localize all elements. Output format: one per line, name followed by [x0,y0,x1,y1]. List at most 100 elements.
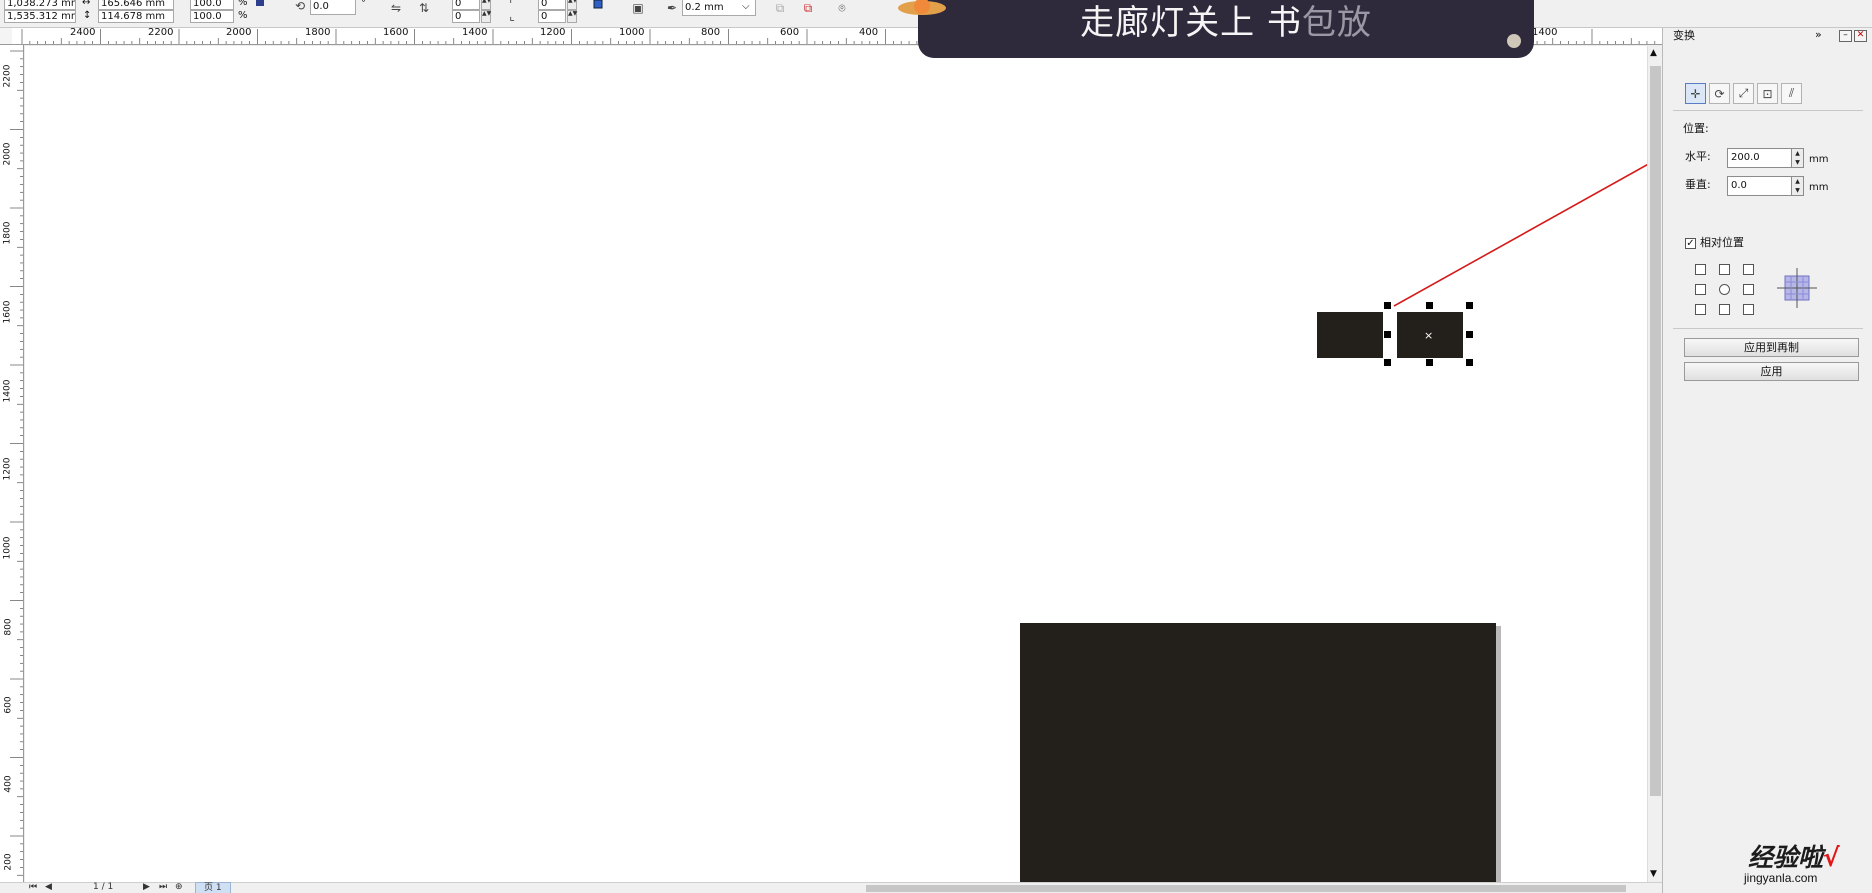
anchor-bottom-center[interactable] [1719,304,1730,315]
watermark-logo: 经验啦√ jingyanla.com [1742,838,1866,890]
scroll-up-icon[interactable]: ▲ [1650,48,1657,58]
handle-middle-right [1466,331,1473,338]
anchor-center[interactable] [1719,284,1730,295]
mirror-vertical-icon[interactable]: ⇅ [416,0,432,16]
vertical-position-input[interactable]: 0.0 [1727,176,1792,196]
anchor-bottom-right[interactable] [1743,304,1754,315]
handle-top-middle [1426,302,1433,309]
overlay-banner: 走廊灯关上 书包放 [898,0,1534,58]
scale-y-field[interactable]: 100.0 [190,10,234,23]
vertical-scroll-thumb[interactable] [1650,66,1661,796]
prev-page-icon[interactable]: ◀ [45,882,52,893]
anchor-top-left[interactable] [1695,264,1706,275]
apply-button[interactable]: 应用 [1684,362,1859,381]
vertical-unit: mm [1809,182,1829,193]
moon-decoration-icon [1507,34,1521,48]
page-tab[interactable]: 页 1 [195,882,231,893]
corner-b2-spinner[interactable]: ▲▼ [567,10,577,23]
corner-lock-icon[interactable] [590,0,606,12]
vertical-ruler[interactable]: 2200 2000 1800 1600 1400 1200 1000 800 6… [0,45,24,890]
collapse-docker-icon[interactable]: » [1815,28,1822,42]
handle-bottom-left [1384,359,1391,366]
arrange-back-icon[interactable]: ⧉ [800,0,816,16]
large-rectangle[interactable] [1020,623,1496,882]
rectangle-original[interactable] [1317,312,1383,358]
scale-mirror-tool-button[interactable]: ⤢ [1733,83,1754,104]
watermark-text: 经验啦 [1748,843,1824,872]
chevron-down-icon[interactable]: ⌵ [742,1,750,13]
wrap-text-icon[interactable]: ▣ [630,0,646,16]
anchor-middle-left[interactable] [1695,284,1706,295]
corner-radius-a2[interactable]: 0 [452,10,480,23]
horizontal-scroll-thumb[interactable] [866,885,1626,892]
watermark-check: √ [1823,843,1840,872]
page-navigator: ⏮ ◀ 1 / 1 ▶ ⏭ ⊕ 页 1 [25,882,865,893]
skew-tool-button[interactable]: ⫽ [1781,83,1802,104]
scale-unit-x: % [238,0,248,8]
corner-style-icon-2[interactable]: ⌞ [504,8,520,24]
mirror-horizontal-icon[interactable]: ⇋ [388,0,404,16]
width-icon: ↔ [82,0,91,8]
corner-a2-spinner[interactable]: ▲▼ [481,10,491,23]
rectangle-selected[interactable] [1397,312,1463,358]
h-ruler-label: 1200 [540,28,566,38]
page-counter: 1 / 1 [93,882,114,892]
h-ruler-label: 1600 [383,28,409,38]
next-page-icon[interactable]: ▶ [143,882,150,893]
outline-pen-icon: ✒ [666,1,678,15]
last-page-icon[interactable]: ⏭ [159,882,167,893]
horizontal-spinner[interactable]: ▲ ▼ [1792,148,1804,168]
scroll-down-icon[interactable]: ▼ [1650,869,1657,879]
size-tool-button[interactable]: ⊡ [1757,83,1778,104]
vertical-spinner[interactable]: ▲ ▼ [1792,176,1804,196]
corner-a1-spinner[interactable]: ▲▼ [481,0,491,10]
v-ruler-label: 1400 [2,379,13,403]
watermark-url: jingyanla.com [1744,871,1818,885]
horizontal-label: 水平: [1685,150,1711,163]
handle-top-right [1466,302,1473,309]
anchor-top-right[interactable] [1743,264,1754,275]
lock-ratio-icon[interactable] [254,0,266,8]
drawing-canvas[interactable]: × [25,46,1647,882]
scale-x-field[interactable]: 100.0 [190,0,234,10]
object-width-field[interactable]: 165.646 mm [98,0,174,10]
banner-title-main: 走廊灯关上 书 [1080,3,1302,43]
horizontal-position-input[interactable]: 200.0 [1727,148,1792,168]
relative-position-checkbox[interactable]: ✓ [1685,238,1696,249]
position-tool-button[interactable]: ✛ [1685,83,1706,104]
vertical-label: 垂直: [1685,178,1711,191]
docker-title: 变换 [1673,29,1695,42]
rotate-icon: ⟲ [294,0,306,13]
position-y-field[interactable]: 1,535.312 mm [4,10,76,23]
position-x-field[interactable]: 1,038.273 mm [4,0,76,10]
anchor-bottom-left[interactable] [1695,304,1706,315]
anchor-top-center[interactable] [1719,264,1730,275]
v-ruler-label: 800 [3,618,14,636]
h-ruler-label: 1800 [305,28,331,38]
first-page-icon[interactable]: ⏮ [29,882,37,893]
object-height-field[interactable]: 114.678 mm [98,10,174,23]
v-ruler-label: 600 [3,696,14,714]
convert-to-curves-icon[interactable]: ⌾ [834,0,850,16]
h-ruler-label: 2000 [226,28,252,38]
corner-radius-b1[interactable]: 0 [538,0,566,10]
divider [1673,328,1863,329]
corner-b1-spinner[interactable]: ▲▼ [567,0,577,10]
anchor-middle-right[interactable] [1743,284,1754,295]
anchor-preview-icon [1777,268,1817,308]
close-docker-button[interactable]: ✕ [1854,30,1867,42]
corner-radius-a1[interactable]: 0 [452,0,480,10]
h-ruler-label: 2200 [148,28,174,38]
rotation-field[interactable]: 0.0 [310,0,356,15]
v-ruler-label: 2000 [2,142,13,166]
apply-to-duplicate-button[interactable]: 应用到再制 [1684,338,1859,357]
vertical-scrollbar[interactable]: ▲ ▼ [1647,46,1662,882]
relative-position-label: 相对位置 [1700,236,1744,249]
v-ruler-label: 1800 [2,221,13,245]
minimize-docker-button[interactable]: – [1839,30,1852,42]
corner-radius-b2[interactable]: 0 [538,10,566,23]
arrange-front-icon[interactable]: ⧉ [772,0,788,16]
horizontal-unit: mm [1809,154,1829,165]
rotate-tool-button[interactable]: ⟳ [1709,83,1730,104]
add-page-icon[interactable]: ⊕ [175,882,183,893]
